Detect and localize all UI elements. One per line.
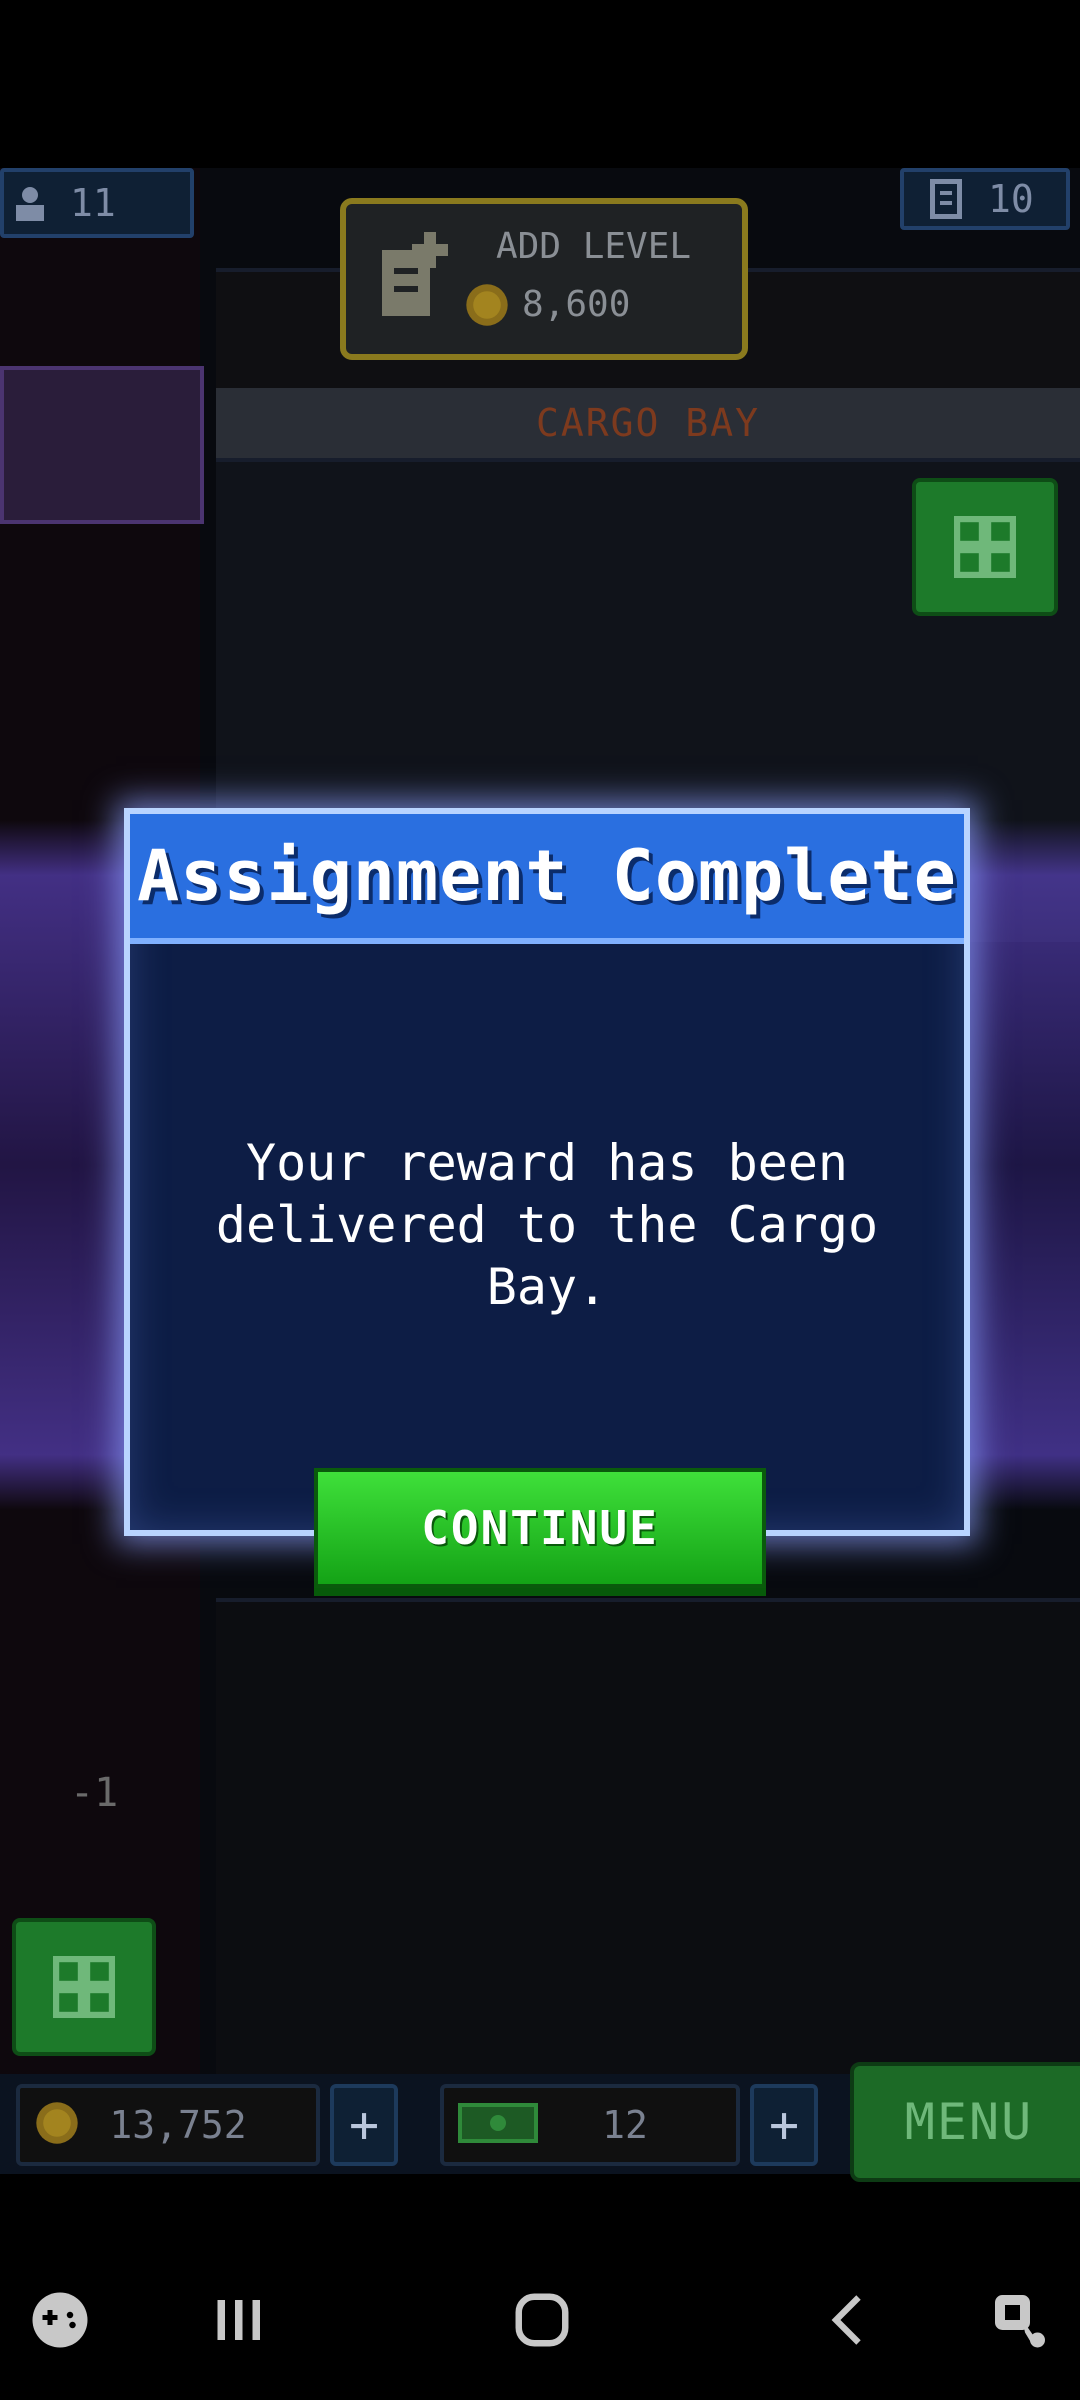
coins-value: 13,752 (109, 2103, 247, 2147)
coins-counter: 13,752 (16, 2084, 320, 2166)
add-level-button[interactable]: ADD LEVEL 8,600 (340, 198, 748, 360)
grid-icon (53, 1956, 115, 2018)
add-level-label: ADD LEVEL (496, 226, 692, 267)
add-level-cost: 8,600 (522, 284, 631, 325)
add-floor-icon (382, 232, 448, 316)
continue-label: CONTINUE (421, 1501, 659, 1555)
elevator-level-label: -1 (70, 1770, 119, 1816)
bux-value: 12 (602, 2103, 648, 2147)
dialog-message: Your reward has been delivered to the Ca… (215, 1134, 879, 1316)
recents-icon[interactable] (208, 2288, 272, 2352)
person-icon (16, 187, 44, 221)
floor-grid-button[interactable] (912, 478, 1058, 616)
floor-counter[interactable]: 10 (900, 168, 1070, 230)
dialog-title: Assignment Complete (137, 835, 957, 917)
floor-name-label: CARGO BAY (216, 388, 1080, 458)
assignment-complete-dialog: Assignment Complete Your reward has been… (124, 808, 970, 1536)
grid-icon (954, 516, 1016, 578)
coin-icon (466, 284, 508, 326)
population-count: 11 (70, 181, 116, 225)
home-icon[interactable] (510, 2288, 574, 2352)
buy-bux-button[interactable]: + (750, 2084, 818, 2166)
game-launcher-icon[interactable] (28, 2288, 92, 2352)
status-bar (0, 0, 1080, 168)
coin-icon (36, 2102, 78, 2144)
continue-button[interactable]: CONTINUE (314, 1468, 766, 1588)
floor-count: 10 (988, 177, 1034, 221)
population-counter[interactable]: 11 (0, 168, 194, 238)
assistant-icon[interactable] (988, 2288, 1052, 2352)
back-icon[interactable] (814, 2288, 878, 2352)
dialog-header: Assignment Complete (130, 814, 964, 944)
menu-label: MENU (904, 2093, 1034, 2151)
resident-avatar[interactable] (0, 366, 204, 524)
grid-menu-button[interactable] (12, 1918, 156, 2056)
bux-counter: 12 (440, 2084, 740, 2166)
buy-coins-button[interactable]: + (330, 2084, 398, 2166)
bux-icon (458, 2103, 538, 2143)
menu-button[interactable]: MENU (850, 2062, 1080, 2182)
building-icon (930, 179, 962, 219)
